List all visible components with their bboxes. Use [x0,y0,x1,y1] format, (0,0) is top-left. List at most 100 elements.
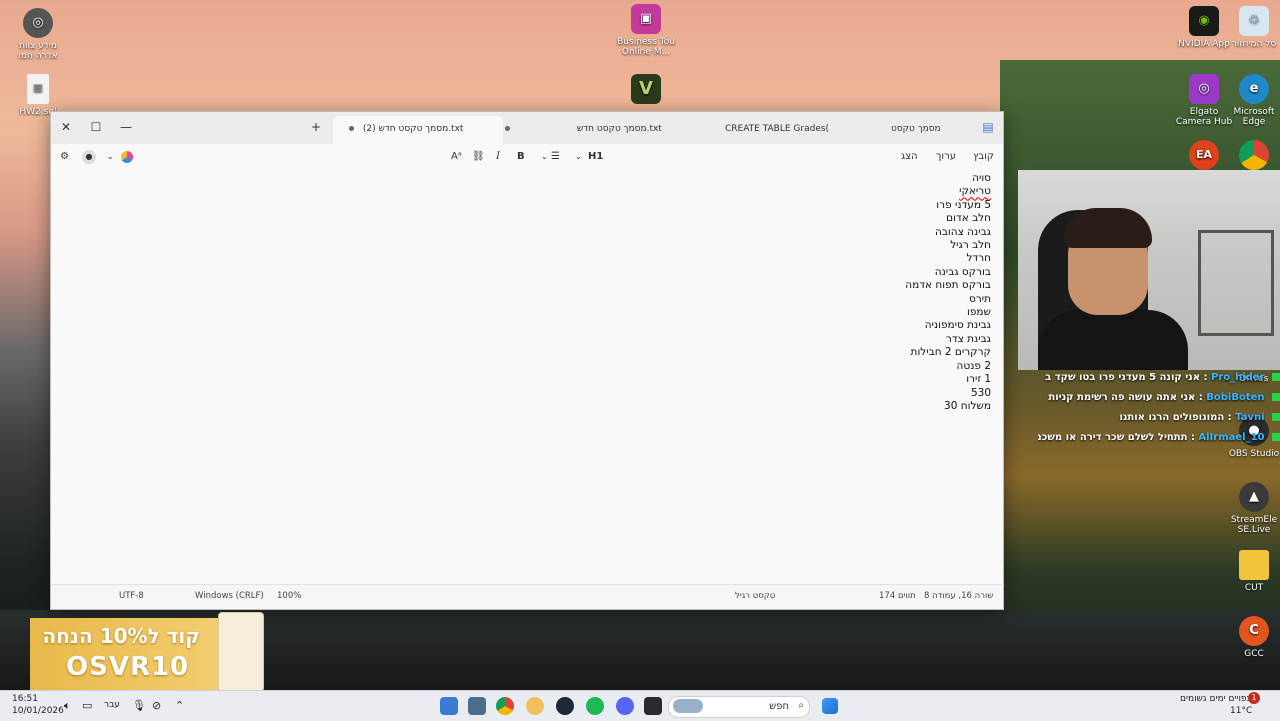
spotify-taskbar-icon[interactable] [586,697,604,715]
status-encoding[interactable]: UTF-8 [119,591,144,601]
text-line: בורקס גבינה [934,265,991,278]
badge-icon [1272,373,1280,381]
weather-text[interactable]: צפויים ימים גשומים [1180,694,1252,704]
heading-chevron-icon[interactable]: ⌄ [575,148,582,166]
copilot-icon[interactable] [121,151,133,163]
streamer-hair [1064,208,1152,248]
text-line: חלב אדום [946,212,991,225]
notepad-window: ✕ ☐ — + מסמך טקסט חדש (2).txt מסמך טקסט … [50,111,1004,610]
steam-taskbar-icon[interactable] [556,697,574,715]
desktop-icon-chrome[interactable] [1224,140,1280,173]
tab-label: מסמך טקסט חדש.txt [576,124,662,134]
windows-start-icon[interactable] [822,698,838,714]
desktop-icon-label: Business Tou Online M... [617,37,675,57]
tab-new-text-doc-b[interactable]: מסמך טקסט חדש.txt [499,116,669,157]
status-format: טקסט רגיל [735,591,776,601]
weather-temperature[interactable]: 11°C [1230,706,1252,716]
chevron-down-icon[interactable]: ⌄ [107,148,114,166]
volume-icon[interactable]: 🔈︎ [64,699,71,713]
calculator-taskbar-icon[interactable] [468,697,486,715]
clock-date[interactable]: 10/01/2026 [12,706,64,716]
notepad-titlebar[interactable]: ✕ ☐ — + מסמך טקסט חדש (2).txt מסמך טקסט … [51,112,1003,160]
menu-file[interactable]: קובץ [973,148,994,166]
desktop-icon-streamelements[interactable]: ▲ StreamEle SE.Live [1224,482,1280,535]
list-icon[interactable]: ☰ [551,148,560,166]
chat-message: Tavni : המונופולים הרגו אותנו [1038,408,1280,428]
app-taskbar-icon[interactable] [526,697,544,715]
close-button[interactable]: ✕ [55,116,77,138]
spellcheck-icon[interactable]: Aᵃ [451,148,462,166]
network-icon[interactable]: ▭ [82,699,92,712]
taskbar-search-box[interactable]: חפש ⌕ [668,696,810,718]
recycle-bin-icon: ♲ [1239,6,1269,36]
edge-icon: e [1239,74,1269,104]
list-chevron-icon[interactable]: ⌄ [541,148,548,166]
notepad-toolbar: ⚙ ● ⌄ ⌄ H1 ⌄ ☰ B I ⛓ Aᵃ הצג ערוך קובץ [51,144,1003,170]
chat-message: BobiBoten : אני אתה עושה פה רשימת קניות [1038,388,1280,408]
desktop-icon-edge[interactable]: e Microsoft Edge [1224,74,1280,127]
desktop-icon-label: NVIDIA App [1178,39,1230,49]
status-zoom[interactable]: 100% [277,591,301,601]
chat-username: Pro_hider [1210,372,1265,383]
desktop-icon-gta[interactable]: V [616,74,676,107]
tab-create-table-grades[interactable]: CREATE TABLE Grades( [725,116,835,157]
link-icon[interactable]: ⛓ [472,148,485,166]
desktop-icon-label: OBS Studio [1228,449,1280,459]
minimize-button[interactable]: — [115,116,137,138]
ea-icon: EA [1189,140,1219,170]
chrome-taskbar-icon[interactable] [496,697,514,715]
camera-icon: ◎ [1189,74,1219,104]
badge-icon [1272,393,1280,401]
maximize-button[interactable]: ☐ [85,116,107,138]
shortcut-icon: ◎ [23,8,53,38]
desktop-icon-business-tour[interactable]: ▣ Business Tou Online M... [616,4,676,57]
tab-new-text-doc-a[interactable]: מסמך טקסט חדש.txt [891,116,971,160]
perfume-bottle-image [218,612,264,692]
discord-taskbar-icon[interactable] [616,697,634,715]
terminal-taskbar-icon[interactable] [644,697,662,715]
chat-text: אני אתה עושה פה רשימת קניות [1048,392,1196,403]
text-editor-area[interactable]: סויה טריאקי 5 מעדני פרו חלב אדום גבינה צ… [51,170,1002,582]
account-icon[interactable]: ● [82,150,96,164]
chevron-up-icon[interactable]: ⌃ [175,699,184,712]
location-off-icon[interactable]: ⊘ [152,699,161,712]
tab-new-text-doc-2[interactable]: מסמך טקסט חדש (2).txt [333,116,503,144]
notepad-app-icon: ▤ [982,120,994,134]
text-line: גבינת סימפוניה [924,319,991,332]
bold-button[interactable]: B [517,148,525,166]
promo-code: OSVR10 [66,652,190,682]
clock-time[interactable]: 16:51 [12,694,38,704]
desktop-icon-label: StreamEle SE.Live [1230,515,1278,535]
status-cursor-position: שורה 16, עמודה 8 [924,591,994,601]
menu-view[interactable]: הצג [901,148,918,166]
status-line-ending[interactable]: Windows (CRLF) [195,591,264,601]
text-line: 530 [970,386,991,399]
text-line: שמפו [967,306,991,319]
taskbar: 16:51 10/01/2026 🔈︎ ▭ עבר 🎙︎ ⊘ ⌃ חפש ⌕ צ… [0,690,1280,721]
settings-gear-icon[interactable]: ⚙ [60,148,69,166]
file-icon: ≡ [27,74,49,104]
desktop-icon-gcc[interactable]: C GCC [1224,616,1280,659]
desktop-icon-nvidia[interactable]: ◉ NVIDIA App [1174,6,1234,49]
desktop-icon-team-info[interactable]: ◎ מידע צוות אדרה חמו [8,8,68,61]
notification-badge[interactable]: 1 [1248,692,1260,704]
folder-icon [1239,550,1269,580]
italic-button[interactable]: I [496,148,500,166]
unsaved-dot-icon [505,126,510,131]
badge-icon [1272,433,1280,441]
microphone-icon[interactable]: 🎙︎ [132,699,146,712]
desktop-icon-cut[interactable]: CUT [1224,550,1280,593]
gta-icon: V [631,74,661,104]
background-shelf [1198,230,1274,336]
text-line: קרקרים 2 חבילות [910,346,991,359]
promo-banner: קוד ל10% הנחה OSVR10 [30,612,264,692]
document-lines: סויה טריאקי 5 מעדני פרו חלב אדום גבינה צ… [905,172,991,413]
menu-edit[interactable]: ערוך [936,148,956,166]
new-tab-button[interactable]: + [305,116,327,138]
status-char-count: 174 תווים [879,591,916,601]
game-icon: ▣ [631,4,661,34]
chat-username: AlIrmael_10 [1198,432,1265,443]
notepad-taskbar-icon[interactable] [440,697,458,715]
language-indicator[interactable]: עבר [104,700,120,710]
heading-dropdown[interactable]: H1 [588,148,603,166]
